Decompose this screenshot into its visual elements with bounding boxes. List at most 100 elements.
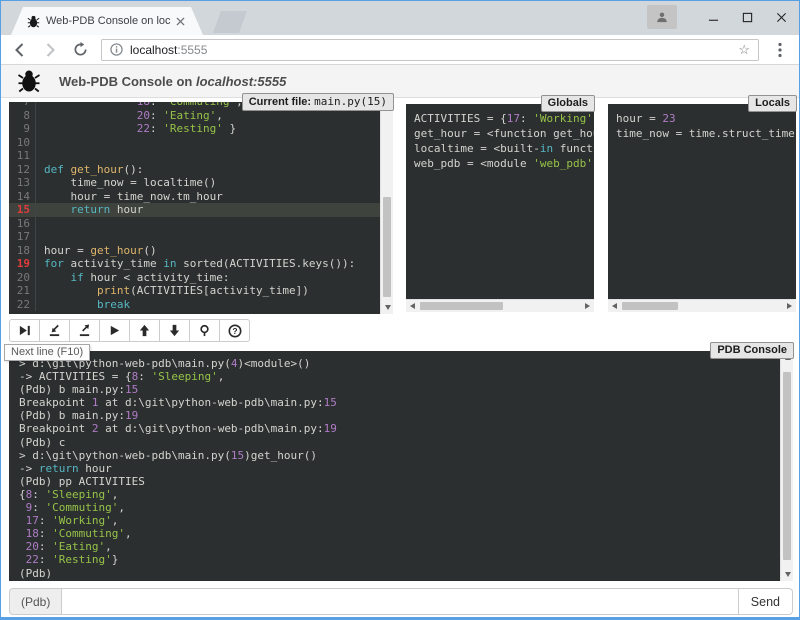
- console-line: (Pdb) c: [19, 436, 779, 449]
- back-icon[interactable]: [11, 41, 29, 59]
- send-button[interactable]: Send: [739, 588, 793, 615]
- code-line: 18hour = get_hour(): [9, 244, 380, 258]
- globals-horizontal-scrollbar[interactable]: [406, 299, 594, 312]
- step-out-button[interactable]: [69, 319, 100, 342]
- code-line: 14 hour = time_now.tm_hour: [9, 190, 380, 204]
- url-text: localhost:5555: [130, 43, 207, 57]
- scrollbar-thumb[interactable]: [783, 372, 791, 561]
- code-line: 15 return hour: [9, 203, 380, 217]
- scroll-down-icon[interactable]: [781, 568, 794, 581]
- console-line: -> return hour: [19, 462, 779, 475]
- scroll-left-icon[interactable]: [608, 300, 621, 312]
- minimize-button[interactable]: [705, 10, 721, 24]
- tooltip: Next line (F10): [4, 344, 90, 361]
- console-line: -> ACTIVITIES = {8: 'Sleeping',: [19, 370, 779, 383]
- console-line: 17: 'Working',: [19, 514, 779, 527]
- stack-down-button[interactable]: [159, 319, 190, 342]
- profile-icon[interactable]: [647, 5, 677, 29]
- console-line: 20: 'Eating',: [19, 540, 779, 553]
- globals-label: Globals: [541, 95, 595, 112]
- stack-up-button[interactable]: [129, 319, 160, 342]
- favicon-bug-icon: [27, 15, 40, 28]
- code-line: 10: [9, 136, 380, 150]
- menu-icon[interactable]: [771, 41, 789, 59]
- console-line: (Pdb) pp ACTIVITIES: [19, 475, 779, 488]
- scroll-down-icon[interactable]: [381, 301, 394, 314]
- main-content: Current file: main.py(15) 7 18: 'Commuti…: [1, 98, 799, 619]
- globals-panel: Globals ACTIVITIES = {17: 'Working', 18:…: [406, 104, 594, 312]
- scrollbar-thumb[interactable]: [383, 197, 391, 297]
- locals-label: Locals: [748, 95, 797, 112]
- code-line: 13 time_now = localtime(): [9, 176, 380, 190]
- console-line: > d:\git\python-web-pdb\main.py(4)<modul…: [19, 357, 779, 370]
- scroll-right-icon[interactable]: [783, 300, 796, 312]
- console-line: (Pdb) b main.py:15: [19, 383, 779, 396]
- close-button[interactable]: [773, 10, 789, 24]
- globals-line: get_hour = <function get_hour at 0: [414, 126, 594, 141]
- console-vertical-scrollbar[interactable]: [780, 351, 793, 581]
- info-icon[interactable]: [110, 43, 123, 56]
- pdb-console-panel: PDB Console > d:\git\python-web-pdb\main…: [9, 351, 793, 581]
- tab-close-icon[interactable]: [173, 14, 187, 28]
- code-line: 17: [9, 230, 380, 244]
- command-input-bar: (Pdb) Send: [9, 588, 793, 615]
- address-bar[interactable]: localhost:5555 ☆: [101, 39, 759, 61]
- locals-horizontal-scrollbar[interactable]: [608, 299, 796, 312]
- pdb-console-label: PDB Console: [710, 342, 794, 359]
- inspect-pin-button[interactable]: [189, 319, 220, 342]
- code-line: 20 if hour < activity_time:: [9, 271, 380, 285]
- bug-logo-icon: [17, 69, 41, 93]
- scroll-right-icon[interactable]: [581, 300, 594, 312]
- continue-button[interactable]: [99, 319, 130, 342]
- code-line: 9 22: 'Resting' }: [9, 122, 380, 136]
- bookmark-star-icon[interactable]: ☆: [738, 42, 750, 58]
- debugger-toolbar: ?: [9, 319, 250, 342]
- help-button[interactable]: ?: [219, 319, 250, 342]
- code-line: 11: [9, 149, 380, 163]
- locals-view: hour = 23time_now = time.struct_time(tm_…: [608, 104, 796, 299]
- console-line: 22: 'Resting'}: [19, 553, 779, 566]
- code-line: 12def get_hour():: [9, 163, 380, 177]
- console-line: (Pdb): [19, 567, 779, 580]
- scrollbar-thumb[interactable]: [622, 302, 678, 310]
- code-vertical-scrollbar[interactable]: [380, 102, 393, 314]
- app-header: Web-PDB Console on localhost:5555: [1, 65, 799, 98]
- page-title: Web-PDB Console on localhost:5555: [59, 74, 286, 89]
- console-line: 18: 'Commuting',: [19, 527, 779, 540]
- globals-line: localtime = <built-in function loc: [414, 141, 594, 156]
- console-line: 9: 'Commuting',: [19, 501, 779, 514]
- step-into-button[interactable]: [39, 319, 70, 342]
- reload-icon[interactable]: [71, 41, 89, 59]
- browser-tab[interactable]: Web-PDB Console on loc: [11, 7, 203, 35]
- next-line-button[interactable]: [9, 319, 40, 342]
- svg-text:?: ?: [232, 326, 237, 336]
- pdb-prompt-label: (Pdb): [9, 588, 61, 615]
- scrollbar-thumb[interactable]: [420, 302, 503, 310]
- current-file-label: Current file: main.py(15): [242, 93, 394, 111]
- code-line: 22 break: [9, 298, 380, 312]
- browser-window: Web-PDB Console on loc: [0, 0, 800, 620]
- code-view: 7 18: 'Commuting',8 20: 'Eating',9 22: '…: [9, 102, 380, 314]
- console-line: {8: 'Sleeping',: [19, 488, 779, 501]
- globals-line: ACTIVITIES = {17: 'Working', 18: ': [414, 111, 594, 126]
- console-line: (Pdb) b main.py:19: [19, 409, 779, 422]
- tab-strip: Web-PDB Console on loc: [1, 1, 799, 35]
- current-file-panel: Current file: main.py(15) 7 18: 'Commuti…: [9, 102, 393, 314]
- locals-line: hour = 23: [616, 111, 796, 126]
- code-line: 19for activity_time in sorted(ACTIVITIES…: [9, 257, 380, 271]
- console-line: > d:\git\python-web-pdb\main.py(15)get_h…: [19, 449, 779, 462]
- command-input[interactable]: [61, 588, 738, 615]
- console-line: Breakpoint 1 at d:\git\python-web-pdb\ma…: [19, 396, 779, 409]
- code-line: 21 print(ACTIVITIES[activity_time]): [9, 284, 380, 298]
- browser-toolbar: localhost:5555 ☆: [1, 35, 799, 65]
- maximize-button[interactable]: [739, 10, 755, 24]
- locals-line: time_now = time.struct_time(tm_yea: [616, 126, 796, 141]
- locals-panel: Locals hour = 23time_now = time.struct_t…: [608, 104, 796, 312]
- scroll-left-icon[interactable]: [406, 300, 419, 312]
- new-tab-button[interactable]: [213, 11, 247, 33]
- globals-view: ACTIVITIES = {17: 'Working', 18: 'get_ho…: [406, 104, 594, 299]
- forward-icon[interactable]: [41, 41, 59, 59]
- console-output: > d:\git\python-web-pdb\main.py(4)<modul…: [9, 351, 779, 581]
- tab-title: Web-PDB Console on loc: [46, 15, 173, 27]
- code-line: 16: [9, 217, 380, 231]
